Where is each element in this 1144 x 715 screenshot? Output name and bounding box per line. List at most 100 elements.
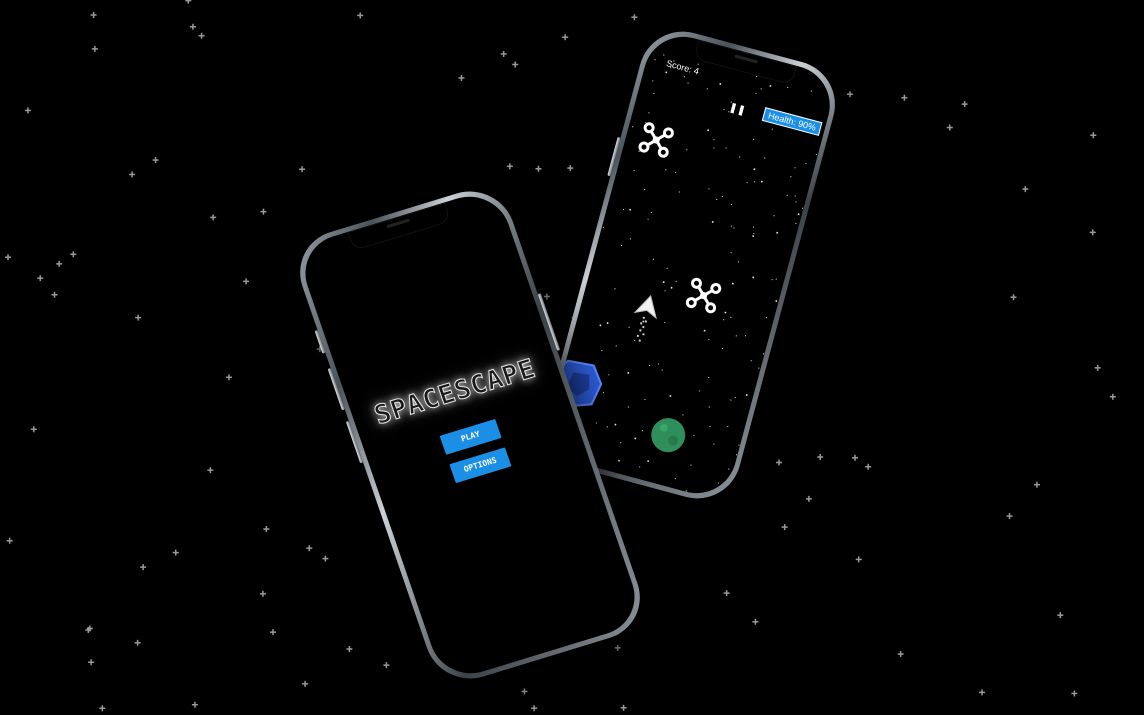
background-star [775, 459, 782, 466]
gameplay-star [746, 182, 748, 184]
gameplay-star [754, 181, 756, 183]
background-star [865, 463, 872, 470]
gameplay-star [752, 226, 755, 228]
gameplay-star [815, 153, 817, 155]
background-star [901, 94, 908, 101]
gameplay-star [602, 226, 604, 228]
gameplay-star [629, 238, 632, 240]
gameplay-star [745, 394, 748, 397]
gameplay-star [707, 129, 710, 132]
background-star [56, 260, 63, 267]
gameplay-star [752, 276, 755, 279]
background-star [198, 32, 205, 39]
gameplay-star [805, 162, 807, 165]
gameplay-star [733, 227, 735, 229]
background-star [562, 34, 569, 41]
gameplay-star [644, 189, 646, 191]
background-star [543, 293, 550, 300]
gameplay-star [735, 454, 738, 456]
gameplay-star [752, 235, 755, 238]
gameplay-star [639, 466, 641, 468]
gameplay-star [674, 478, 676, 480]
gameplay-star [647, 460, 650, 463]
background-star [140, 564, 147, 571]
gameplay-star [795, 201, 797, 203]
gameplay-star [708, 338, 710, 341]
gameplay-star [795, 222, 797, 225]
background-star [302, 680, 309, 687]
background-star [620, 704, 627, 711]
gameplay-star [620, 244, 623, 247]
gameplay-star [678, 191, 680, 193]
gameplay-star [723, 108, 725, 111]
background-star [521, 688, 528, 695]
gameplay-star [686, 149, 688, 151]
background-star [978, 689, 985, 696]
gameplay-star [801, 207, 804, 209]
gameplay-star [730, 203, 733, 206]
gameplay-star [773, 215, 775, 217]
gameplay-star [641, 430, 643, 432]
gameplay-star [762, 353, 765, 355]
gameplay-star [753, 232, 755, 235]
background-star [152, 157, 159, 164]
background-star [70, 251, 77, 258]
gameplay-star [663, 54, 665, 56]
background-star [191, 701, 198, 708]
background-star [506, 163, 513, 170]
background-star [51, 291, 58, 298]
gameplay-star [614, 423, 617, 426]
gameplay-star [750, 360, 752, 362]
gameplay-star [790, 176, 792, 178]
gameplay-star [724, 311, 727, 314]
gameplay-star [775, 300, 778, 302]
gameplay-star [649, 364, 651, 367]
gameplay-star [721, 347, 724, 350]
background-star [172, 549, 179, 556]
gameplay-star [606, 426, 608, 428]
gameplay-star [765, 317, 767, 319]
gameplay-star [634, 437, 637, 440]
gameplay-star [727, 425, 729, 428]
gameplay-star [614, 288, 616, 290]
background-star [383, 662, 390, 669]
gameplay-star [622, 208, 625, 211]
gameplay-star [713, 443, 715, 445]
gameplay-star [685, 490, 687, 492]
background-star [631, 14, 638, 21]
background-star [30, 426, 37, 433]
options-button[interactable]: OPTIONS [449, 447, 512, 484]
gameplay-star [769, 84, 772, 87]
play-button[interactable]: PLAY [439, 418, 502, 455]
background-star [306, 545, 313, 552]
gameplay-star [776, 231, 779, 234]
gameplay-star [664, 321, 666, 324]
gameplay-star [627, 371, 630, 374]
gameplay-star [703, 329, 706, 332]
gameplay-star [708, 376, 710, 379]
gameplay-star [725, 147, 727, 149]
gameplay-star [730, 252, 732, 254]
gameplay-star [771, 128, 773, 130]
gameplay-star [730, 225, 732, 227]
gameplay-star [755, 92, 757, 95]
gameplay-star [760, 180, 763, 183]
background-star [614, 644, 621, 651]
gameplay-star [708, 188, 710, 190]
gameplay-star [601, 349, 603, 352]
background-star [512, 61, 519, 68]
gameplay-star [682, 414, 684, 416]
gameplay-star [794, 195, 796, 197]
gameplay-star [608, 374, 610, 376]
background-star [210, 214, 217, 221]
gameplay-star [693, 434, 695, 436]
gameplay-star [650, 211, 652, 214]
gameplay-star [708, 406, 710, 408]
background-star [781, 524, 788, 531]
gameplay-star [760, 88, 762, 90]
gameplay-star [652, 258, 655, 260]
gameplay-star [753, 168, 756, 171]
gameplay-star [647, 218, 649, 220]
gameplay-star [775, 278, 777, 280]
background-star [535, 165, 542, 172]
